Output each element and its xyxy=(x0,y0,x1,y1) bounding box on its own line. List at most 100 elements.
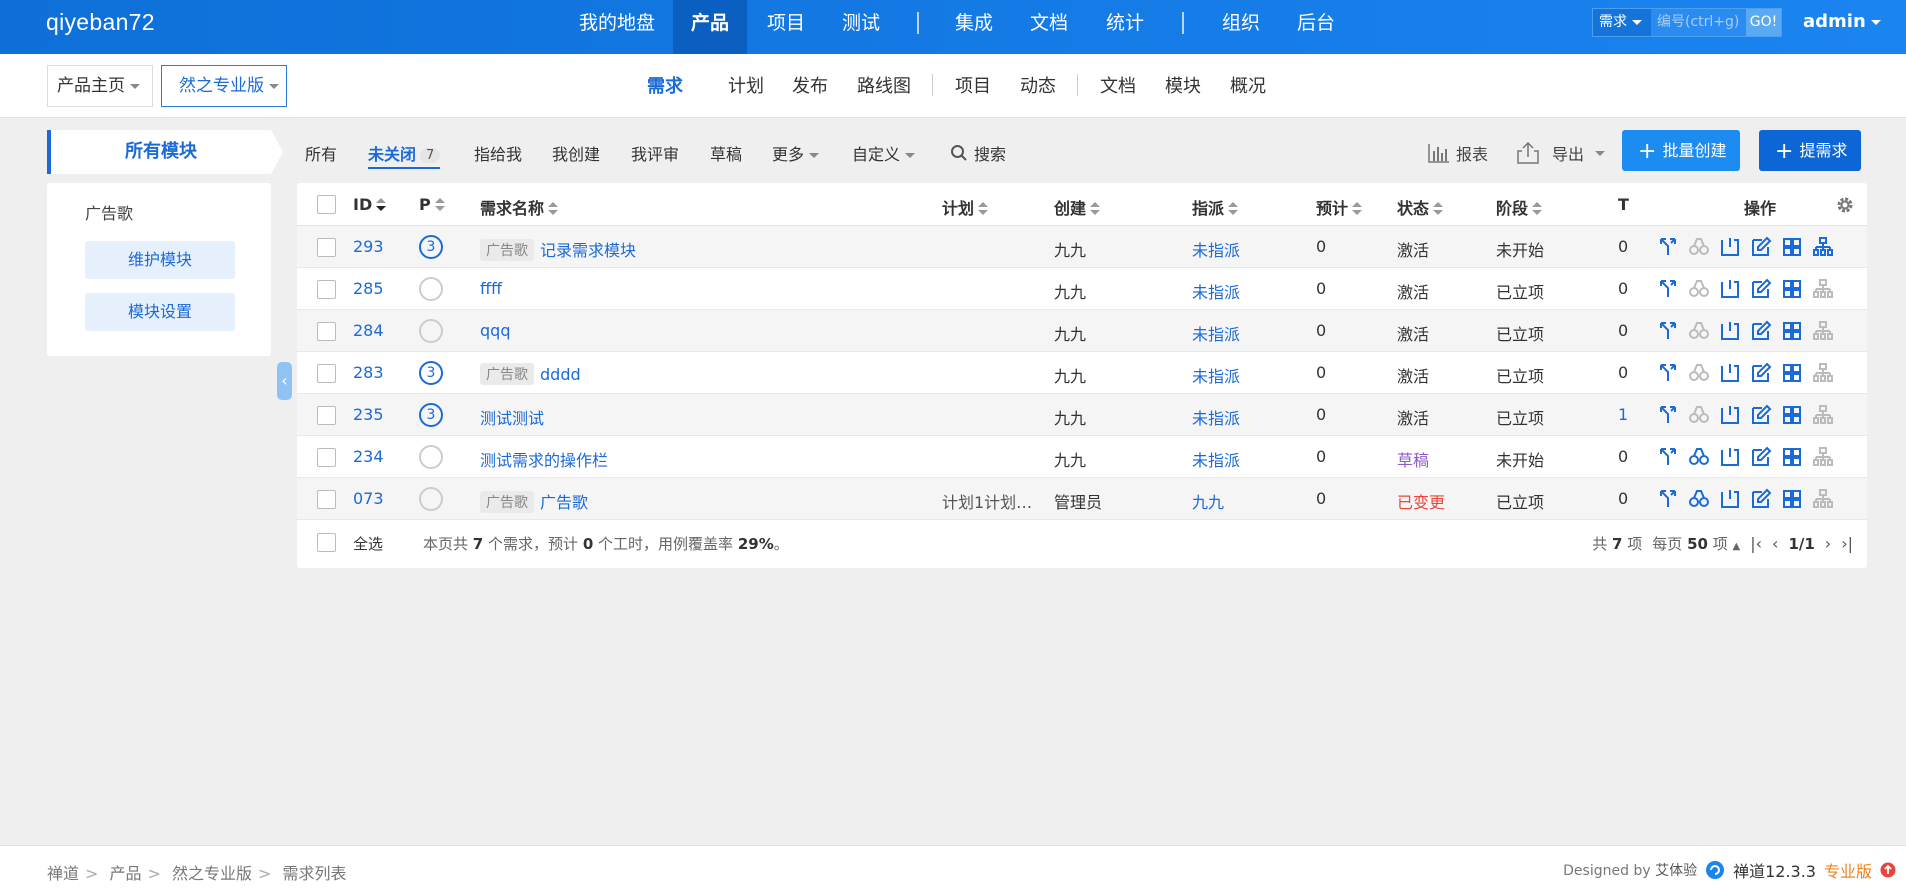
col-creator[interactable]: 创建 xyxy=(1054,195,1101,219)
split-icon[interactable] xyxy=(1812,278,1834,300)
create-story-button[interactable]: + 提需求 xyxy=(1759,130,1862,171)
close-icon[interactable] xyxy=(1719,404,1741,426)
close-icon[interactable] xyxy=(1719,362,1741,384)
review-icon[interactable] xyxy=(1688,446,1710,468)
create-case-icon[interactable] xyxy=(1781,362,1803,384)
change-icon[interactable] xyxy=(1657,404,1679,426)
filter-custom[interactable]: 自定义 xyxy=(852,141,916,165)
subnav-overview[interactable]: 概况 xyxy=(1230,72,1266,98)
story-assignee[interactable]: 九九 xyxy=(1192,489,1224,513)
col-stage[interactable]: 阶段 xyxy=(1496,195,1543,219)
col-status[interactable]: 状态 xyxy=(1397,195,1444,219)
nav-test[interactable]: 测试 xyxy=(825,0,897,54)
story-assignee[interactable]: 未指派 xyxy=(1192,447,1240,471)
create-case-icon[interactable] xyxy=(1781,236,1803,258)
split-icon[interactable] xyxy=(1812,362,1834,384)
row-checkbox[interactable] xyxy=(317,448,336,467)
review-icon[interactable] xyxy=(1688,488,1710,510)
subnav-project[interactable]: 项目 xyxy=(955,72,991,98)
subnav-module[interactable]: 模块 xyxy=(1165,72,1201,98)
nav-project[interactable]: 项目 xyxy=(750,0,822,54)
subnav-doc[interactable]: 文档 xyxy=(1100,72,1136,98)
edit-icon[interactable] xyxy=(1750,404,1772,426)
col-priority[interactable]: P xyxy=(419,195,445,214)
split-icon[interactable] xyxy=(1812,404,1834,426)
brand-name[interactable]: qiyeban72 xyxy=(46,9,155,36)
breadcrumb-item[interactable]: 产品 xyxy=(110,864,142,883)
crumb-product-home[interactable]: 产品主页 xyxy=(47,65,153,107)
search-input[interactable]: 编号(ctrl+g) xyxy=(1651,9,1746,36)
select-all-checkbox[interactable] xyxy=(317,195,336,214)
split-icon[interactable] xyxy=(1812,488,1834,510)
story-title-link[interactable]: qqq xyxy=(480,321,510,340)
edit-icon[interactable] xyxy=(1750,278,1772,300)
col-estimate[interactable]: 预计 xyxy=(1316,195,1363,219)
nav-my[interactable]: 我的地盘 xyxy=(566,0,668,54)
close-icon[interactable] xyxy=(1719,236,1741,258)
search-go-button[interactable]: GO! xyxy=(1746,9,1781,36)
search-type-select[interactable]: 需求 xyxy=(1593,9,1651,36)
last-page-icon[interactable]: ›| xyxy=(1841,534,1853,553)
module-item[interactable]: 广告歌 xyxy=(85,200,133,224)
split-icon[interactable] xyxy=(1812,236,1834,258)
crumb-product-select[interactable]: 然之专业版 xyxy=(161,65,287,107)
edit-icon[interactable] xyxy=(1750,236,1772,258)
select-all-checkbox-footer[interactable] xyxy=(317,533,336,552)
nav-doc[interactable]: 文档 xyxy=(1013,0,1085,54)
story-assignee[interactable]: 未指派 xyxy=(1192,321,1240,345)
prev-page-icon[interactable]: ‹ xyxy=(1772,534,1778,553)
review-icon[interactable] xyxy=(1688,278,1710,300)
edit-icon[interactable] xyxy=(1750,446,1772,468)
per-page-select[interactable]: 每页 50 项 ▲ xyxy=(1652,533,1740,554)
module-settings-button[interactable]: 模块设置 xyxy=(85,293,235,331)
gear-icon[interactable] xyxy=(1835,195,1855,215)
row-checkbox[interactable] xyxy=(317,364,336,383)
upgrade-icon[interactable] xyxy=(1880,862,1896,878)
story-assignee[interactable]: 未指派 xyxy=(1192,279,1240,303)
batch-create-button[interactable]: + 批量创建 xyxy=(1622,130,1741,171)
create-case-icon[interactable] xyxy=(1781,488,1803,510)
split-icon[interactable] xyxy=(1812,320,1834,342)
report-button[interactable]: 报表 xyxy=(1428,141,1488,165)
next-page-icon[interactable]: › xyxy=(1825,534,1831,553)
create-case-icon[interactable] xyxy=(1781,320,1803,342)
review-icon[interactable] xyxy=(1688,320,1710,342)
nav-integration[interactable]: 集成 xyxy=(938,0,1010,54)
split-icon[interactable] xyxy=(1812,446,1834,468)
close-icon[interactable] xyxy=(1719,446,1741,468)
designer-name[interactable]: 艾体验 xyxy=(1655,863,1697,879)
filter-more[interactable]: 更多 xyxy=(772,141,820,165)
edit-icon[interactable] xyxy=(1750,488,1772,510)
close-icon[interactable] xyxy=(1719,320,1741,342)
all-modules-title[interactable]: 所有模块 xyxy=(47,130,271,174)
filter-assigned-to-me[interactable]: 指给我 xyxy=(474,141,522,165)
search-toggle[interactable]: 搜索 xyxy=(950,141,1006,165)
edit-icon[interactable] xyxy=(1750,320,1772,342)
version-label[interactable]: 禅道12.3.3 xyxy=(1733,858,1816,882)
export-button[interactable]: 导出 xyxy=(1516,141,1606,165)
close-icon[interactable] xyxy=(1719,278,1741,300)
create-case-icon[interactable] xyxy=(1781,446,1803,468)
subnav-dynamic[interactable]: 动态 xyxy=(1020,72,1056,98)
story-id[interactable]: 235 xyxy=(353,405,384,424)
review-icon[interactable] xyxy=(1688,236,1710,258)
user-menu[interactable]: admin xyxy=(1803,11,1881,32)
story-id[interactable]: 234 xyxy=(353,447,384,466)
story-id[interactable]: 284 xyxy=(353,321,384,340)
story-id[interactable]: 285 xyxy=(353,279,384,298)
story-title-link[interactable]: ffff xyxy=(480,279,502,298)
filter-draft[interactable]: 草稿 xyxy=(710,141,742,165)
create-case-icon[interactable] xyxy=(1781,404,1803,426)
change-icon[interactable] xyxy=(1657,320,1679,342)
story-title-link[interactable]: 测试需求的操作栏 xyxy=(480,451,608,470)
col-name[interactable]: 需求名称 xyxy=(480,195,559,219)
col-t[interactable]: T xyxy=(1618,195,1629,214)
story-assignee[interactable]: 未指派 xyxy=(1192,363,1240,387)
row-checkbox[interactable] xyxy=(317,322,336,341)
col-assign[interactable]: 指派 xyxy=(1192,195,1239,219)
story-title-link[interactable]: 记录需求模块 xyxy=(540,241,636,260)
col-id[interactable]: ID xyxy=(353,195,387,214)
story-id[interactable]: 073 xyxy=(353,489,384,508)
filter-all[interactable]: 所有 xyxy=(305,141,337,165)
filter-unclosed[interactable]: 未关闭 7 xyxy=(368,141,441,169)
